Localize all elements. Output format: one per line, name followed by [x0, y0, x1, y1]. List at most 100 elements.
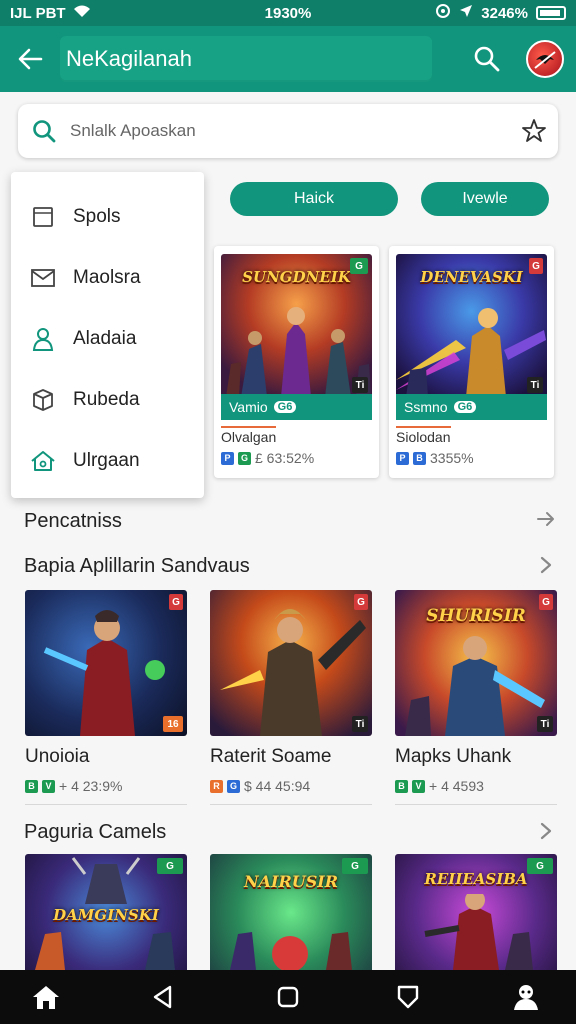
bottom-nav-bar [0, 970, 576, 1024]
featured-name: Olvalgan [221, 426, 277, 445]
chip-haick[interactable]: Haick [230, 182, 398, 216]
chip-ivewle[interactable]: Ivewle [421, 182, 549, 216]
menu-item-rubeda[interactable]: Rubeda [11, 369, 204, 430]
game-artwork: SUNGDNEIK G Ti [221, 254, 372, 397]
bottom-tag: Ti [352, 716, 368, 732]
menu-item-ulrgaan[interactable]: Ulrgaan [11, 430, 204, 491]
hero-illustration [405, 636, 545, 736]
box-icon [29, 386, 57, 414]
hero-illustration [43, 610, 165, 736]
search-input[interactable] [70, 121, 510, 141]
art-title: SHURISIR [426, 606, 526, 626]
nav-shield-button[interactable] [390, 979, 426, 1015]
corner-tag: G [354, 594, 368, 610]
tablet-icon [29, 203, 57, 231]
arrow-left-icon [18, 48, 43, 70]
section-see-all-button[interactable] [535, 820, 557, 842]
art-title: NAIRUSIR [243, 872, 339, 891]
game-artwork: G Ti [210, 590, 372, 736]
game-meta: R G $ 44 45:94 [210, 778, 372, 805]
corner-tag: G [342, 858, 368, 874]
game-meta: B V + 4 23:9% [25, 778, 187, 805]
menu-item-label: Spols [73, 205, 121, 227]
avatar[interactable] [526, 40, 564, 78]
nav-profile-button[interactable] [508, 979, 544, 1015]
back-button[interactable] [0, 26, 60, 92]
section-see-all-button[interactable] [535, 508, 557, 530]
game-name: Unoioia [25, 746, 90, 767]
game-artwork: DENEVASKI G Ti [396, 254, 547, 397]
publisher-badge-icon: R [210, 779, 223, 793]
arrow-right-icon [537, 512, 554, 526]
corner-tag: G [527, 858, 553, 874]
featured-meta: P G £ 63:52% [221, 450, 314, 466]
person-icon [29, 325, 57, 353]
menu-item-maolsra[interactable]: Maolsra [11, 247, 204, 308]
corner-tag: G [157, 858, 183, 874]
chevron-right-icon [540, 556, 552, 574]
menu-item-label: Ulrgaan [73, 449, 140, 471]
game-name: Raterit Soame [210, 746, 332, 767]
location-icon [459, 4, 473, 22]
app-title-text: NeKagilanah [66, 46, 192, 71]
ninja-avatar-icon [534, 51, 556, 69]
menu-item-label: Aladaia [73, 327, 137, 349]
menu-item-aladaia[interactable]: Aladaia [11, 308, 204, 369]
star-icon [522, 119, 546, 142]
rating-badge-icon: B [413, 451, 426, 465]
game-card[interactable]: G Ti Raterit Soame R G $ 44 45:94 [210, 590, 372, 805]
search-bar [18, 104, 558, 158]
shield-icon [397, 985, 419, 1009]
wifi-icon [72, 4, 92, 22]
game-artwork: G 16 [25, 590, 187, 736]
featured-card[interactable]: DENEVASKI G Ti Ssmno G6 Siolodan P B 335… [389, 246, 554, 478]
triangle-back-icon [153, 985, 172, 1009]
hero-illustration [396, 308, 546, 397]
square-icon [277, 986, 299, 1008]
hero-illustration [220, 609, 366, 736]
heroes-illustration [226, 307, 371, 397]
appbar-search-button[interactable] [466, 38, 508, 80]
search-icon [18, 118, 70, 144]
app-bar: NeKagilanah [0, 26, 576, 92]
section-see-all-button[interactable] [535, 554, 557, 576]
rating-badge-icon: G [238, 451, 251, 465]
art-title: DENEVASKI [420, 268, 523, 286]
game-meta-text: + 4 23:9% [59, 778, 123, 794]
nav-overview-button[interactable] [270, 979, 306, 1015]
featured-label: Ssmno G6 [396, 394, 547, 420]
game-card[interactable]: SHURISIR G Ti Mapks Uhank B V + 4 4593 [395, 590, 557, 805]
section-title: Bapia Aplillarin Sandvaus [24, 555, 250, 577]
mail-icon [29, 264, 57, 292]
profile-icon [514, 985, 538, 1010]
nav-home-button[interactable] [28, 979, 64, 1015]
menu-item-spols[interactable]: Spols [11, 186, 204, 247]
featured-card[interactable]: SUNGDNEIK G Ti Vamio G6 Olvalgan P G £ 6… [214, 246, 379, 478]
hero-illustration [424, 894, 533, 970]
bottom-tag: 16 [163, 716, 183, 732]
dropdown-menu: Spols Maolsra Aladaia Rubeda Ulrgaan [11, 172, 204, 498]
featured-meta-text: £ 63:52% [255, 450, 315, 466]
game-card[interactable]: G 16 Unoioia B V + 4 23:9% [25, 590, 187, 805]
featured-label-text: Ssmno [404, 399, 448, 415]
battery-icon [536, 6, 566, 20]
game-meta-text: $ 44 45:94 [244, 778, 311, 794]
nav-back-button[interactable] [145, 979, 181, 1015]
favorite-button[interactable] [510, 118, 558, 144]
section-title: Paguria Camels [24, 821, 167, 843]
menu-item-label: Rubeda [73, 388, 140, 410]
status-carrier: IJL PBT [10, 4, 66, 22]
rating-badge-icon: V [412, 779, 425, 793]
corner-tag: G [539, 594, 553, 610]
battery-text: 3246% [481, 4, 528, 22]
featured-label: Vamio G6 [221, 394, 372, 420]
chevron-right-icon [540, 822, 552, 840]
status-bar: IJL PBT 1930% 3246% [0, 0, 576, 26]
app-title[interactable]: NeKagilanah [60, 36, 432, 82]
menu-item-label: Maolsra [73, 266, 141, 288]
game-meta: B V + 4 4593 [395, 778, 557, 805]
home-icon [33, 986, 59, 1009]
featured-label-text: Vamio [229, 399, 268, 415]
heroes-illustration [230, 932, 352, 970]
featured-meta-text: 3355% [430, 450, 474, 466]
